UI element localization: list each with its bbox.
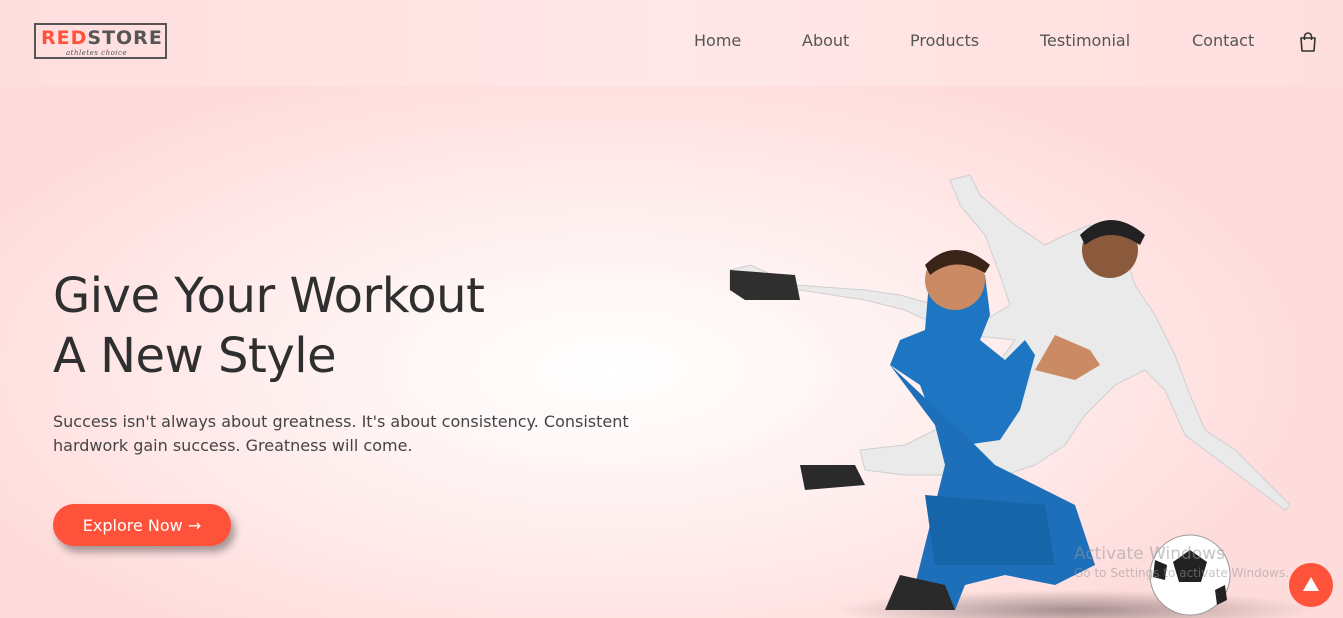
explore-now-button[interactable]: Explore Now → <box>53 504 231 546</box>
nav-item-products[interactable]: Products <box>910 31 979 50</box>
hero-description: Success isn't always about greatness. It… <box>53 412 629 455</box>
nav-item-about[interactable]: About <box>802 31 849 50</box>
watermark-title: Activate Windows <box>1074 544 1225 564</box>
navbar: REDSTORE athletes choice Home About Prod… <box>0 0 1343 86</box>
nav-item-home[interactable]: Home <box>694 31 741 50</box>
watermark-subtitle: Go to Settings to activate Windows. <box>1074 566 1289 580</box>
hero-title-line-2: A New Style <box>53 328 337 384</box>
nav-item-testimonial[interactable]: Testimonial <box>1040 31 1130 50</box>
arrow-up-icon <box>1303 577 1319 591</box>
hero-title: Give Your Workout A New Style <box>53 266 653 386</box>
nav-item-contact[interactable]: Contact <box>1192 31 1254 50</box>
hero-title-line-1: Give Your Workout <box>53 268 485 324</box>
shopping-bag-icon[interactable] <box>1297 31 1319 53</box>
scroll-to-top-button[interactable] <box>1289 563 1333 607</box>
activate-windows-watermark: Activate Windows Go to Settings to activ… <box>1074 544 1289 580</box>
nav-links: Home About Products Testimonial Contact <box>0 31 1343 53</box>
